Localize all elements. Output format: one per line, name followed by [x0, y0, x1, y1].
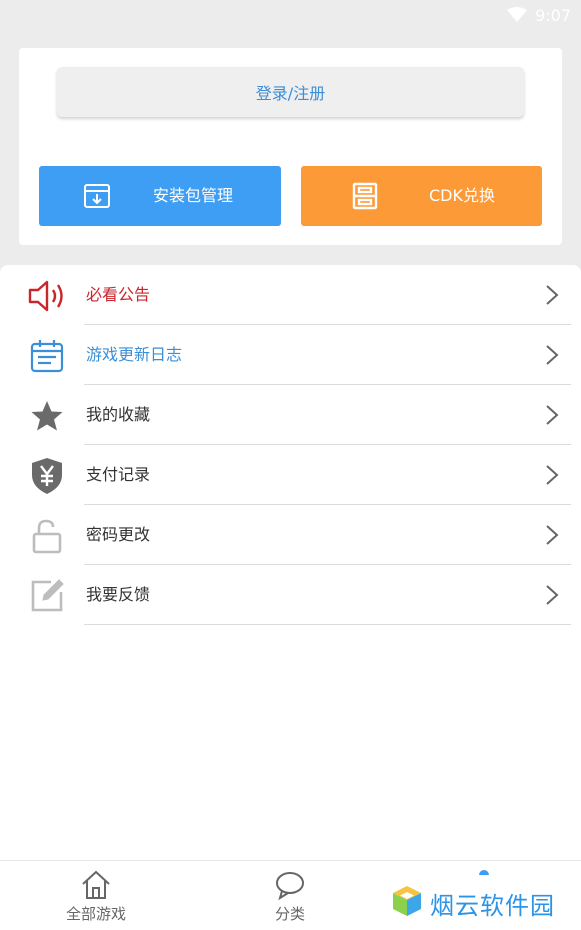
divider	[84, 624, 571, 625]
chevron-right-icon	[544, 464, 560, 486]
menu-item-favorites[interactable]: 我的收藏	[0, 385, 581, 445]
tab-label-categories: 分类	[274, 905, 305, 923]
cdk-redeem-label: CDK兑换	[429, 186, 495, 205]
cdk-redeem-button[interactable]: CDK兑换	[301, 166, 542, 226]
menu-label-change-password: 密码更改	[86, 525, 151, 544]
menu-label-announcement: 必看公告	[86, 285, 151, 304]
tab-categories[interactable]: 分类	[220, 861, 360, 930]
status-bar: 9:07	[0, 0, 581, 30]
chat-bubble-icon	[274, 869, 306, 901]
menu-label-favorites: 我的收藏	[86, 405, 151, 424]
edit-icon	[27, 578, 67, 614]
menu-label-payment-records: 支付记录	[86, 465, 151, 484]
settings-menu: 必看公告 游戏更新日志 我的收藏 支付记录 密码更改 我要反馈	[0, 265, 581, 860]
speaker-icon	[27, 278, 67, 314]
status-time: 9:07	[535, 5, 571, 25]
menu-item-feedback[interactable]: 我要反馈	[0, 565, 581, 625]
tab-all-games[interactable]: 全部游戏	[26, 861, 166, 930]
account-card: 登录/注册 安装包管理 CDK兑换	[19, 48, 562, 245]
chevron-right-icon	[544, 584, 560, 606]
chevron-right-icon	[544, 284, 560, 306]
login-register-label: 登录/注册	[255, 84, 326, 103]
package-manager-button[interactable]: 安装包管理	[39, 166, 281, 226]
login-register-button[interactable]: 登录/注册	[57, 67, 524, 117]
package-manager-label: 安装包管理	[153, 186, 234, 205]
calendar-icon	[27, 338, 67, 374]
chevron-right-icon	[544, 524, 560, 546]
star-icon	[27, 398, 67, 434]
menu-label-feedback: 我要反馈	[86, 585, 151, 604]
cdk-card-icon	[351, 182, 379, 210]
menu-item-payment-records[interactable]: 支付记录	[0, 445, 581, 505]
menu-label-update-log: 游戏更新日志	[86, 345, 183, 364]
bottom-navigation: 全部游戏 分类 烟云软件园	[0, 860, 581, 930]
wifi-icon	[507, 7, 528, 23]
chevron-right-icon	[544, 344, 560, 366]
menu-item-update-log[interactable]: 游戏更新日志	[0, 325, 581, 385]
unlock-icon	[27, 518, 67, 554]
menu-item-change-password[interactable]: 密码更改	[0, 505, 581, 565]
yuan-shield-icon	[27, 458, 67, 494]
chevron-right-icon	[544, 404, 560, 426]
watermark: 烟云软件园	[382, 875, 581, 930]
tab-label-all-games: 全部游戏	[65, 905, 126, 923]
watermark-text: 烟云软件园	[430, 891, 555, 920]
cube-logo-icon	[390, 884, 424, 922]
home-icon	[80, 869, 112, 901]
package-box-icon	[83, 182, 111, 210]
menu-item-announcement[interactable]: 必看公告	[0, 265, 581, 325]
